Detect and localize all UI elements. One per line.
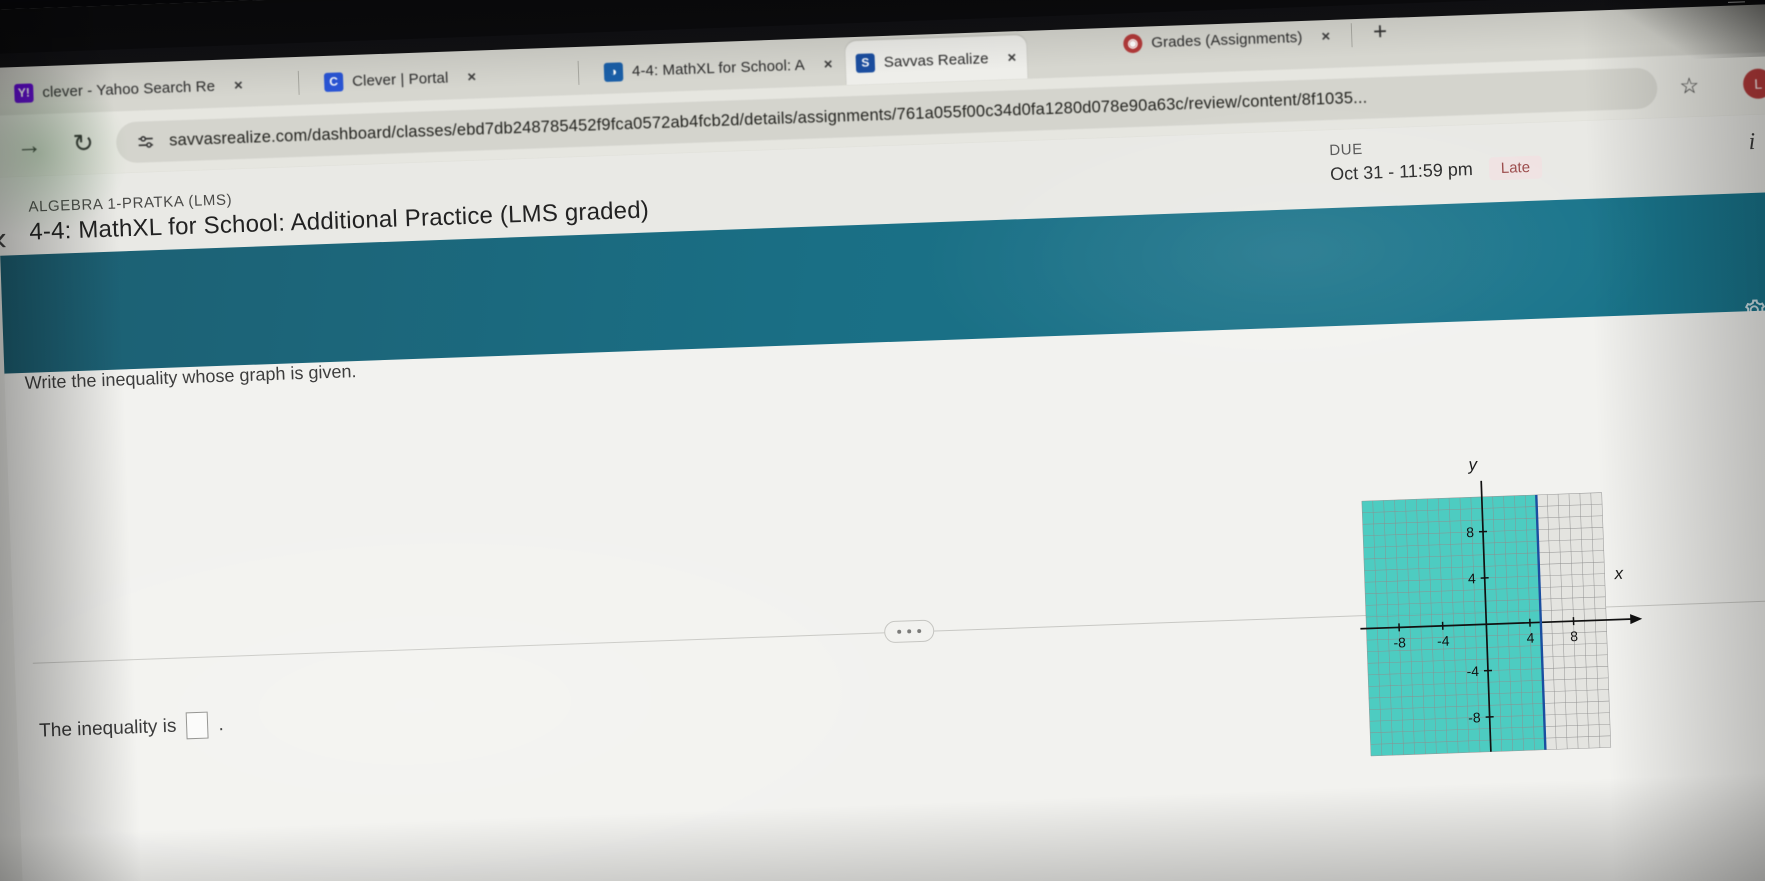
- svg-text:8: 8: [1466, 524, 1475, 540]
- svg-text:-8: -8: [1393, 634, 1406, 650]
- browser-tab-clever[interactable]: C Clever | Portal ×: [313, 54, 486, 104]
- status-badge: Late: [1488, 155, 1543, 181]
- browser-tab-grades[interactable]: ◉ Grades (Assignments) ×: [1113, 14, 1341, 66]
- reload-button[interactable]: ↻: [56, 128, 111, 160]
- info-icon[interactable]: i: [1748, 129, 1756, 156]
- answer-period: .: [218, 713, 225, 735]
- yahoo-icon: Y!: [14, 82, 34, 103]
- savvas-icon: S: [855, 52, 876, 73]
- mathxl-icon: ◑: [603, 61, 624, 82]
- answer-row: The inequality is .: [39, 711, 224, 745]
- browser-window: Y! clever - Yahoo Search Re × C Clever |…: [0, 0, 1765, 881]
- tab-title: Clever | Portal: [351, 69, 449, 90]
- x-axis-label: x: [1614, 563, 1624, 584]
- svg-text:-4: -4: [1466, 663, 1479, 679]
- due-date: Oct 31 - 11:59 pm: [1329, 158, 1474, 185]
- due-label: DUE: [1329, 140, 1364, 160]
- tab-title: clever - Yahoo Search Re: [42, 77, 216, 101]
- tab-close-button[interactable]: ×: [1321, 27, 1330, 44]
- answer-label: The inequality is: [38, 715, 177, 742]
- back-chevron-icon[interactable]: ‹: [0, 219, 8, 258]
- svg-text:-8: -8: [1468, 709, 1481, 725]
- forward-button[interactable]: →: [2, 130, 57, 161]
- tab-title: Grades (Assignments): [1150, 28, 1303, 51]
- answer-input[interactable]: [185, 711, 209, 740]
- tab-close-button[interactable]: ×: [1007, 49, 1016, 66]
- svg-text:4: 4: [1468, 570, 1477, 586]
- clever-icon: C: [323, 71, 344, 92]
- tab-title: 4-4: MathXL for School: A: [631, 56, 806, 80]
- svg-text:8: 8: [1570, 628, 1579, 644]
- tab-close-button[interactable]: ×: [234, 76, 243, 93]
- site-settings-icon[interactable]: [136, 132, 156, 152]
- new-tab-button[interactable]: +: [1373, 18, 1388, 46]
- inequality-graph: -8 -4 4 8 -8 -4 4 8: [1360, 464, 1643, 757]
- dot: [897, 629, 902, 634]
- svg-text:-4: -4: [1437, 633, 1450, 649]
- photo-of-screen: Y! clever - Yahoo Search Re × C Clever |…: [0, 0, 1765, 881]
- window-controls: — ❐: [1728, 0, 1765, 12]
- tab-close-button[interactable]: ×: [467, 68, 476, 85]
- y-axis-label: y: [1468, 455, 1478, 475]
- browser-tab-savvas-realize[interactable]: S Savvas Realize ×: [845, 34, 1028, 86]
- tab-title: Savvas Realize: [883, 49, 989, 71]
- header-icons: i: [1748, 127, 1765, 156]
- tab-close-button[interactable]: ×: [823, 55, 832, 72]
- coordinate-plane-graph: -8 -4 4 8 -8 -4 4 8 y x: [1347, 455, 1657, 771]
- svg-text:4: 4: [1526, 630, 1535, 646]
- savvas-page: ‹ ALGEBRA 1-PRATKA (LMS) 4-4: MathXL for…: [0, 112, 1765, 881]
- due-block: DUE Oct 31 - 11:59 pm Late: [1329, 135, 1543, 187]
- minimize-button[interactable]: —: [1728, 0, 1746, 12]
- grades-icon: ◉: [1122, 33, 1143, 53]
- more-options-button[interactable]: [883, 619, 935, 644]
- dot: [917, 628, 922, 634]
- bookmark-star-icon[interactable]: ☆: [1679, 73, 1700, 100]
- dot: [907, 629, 912, 634]
